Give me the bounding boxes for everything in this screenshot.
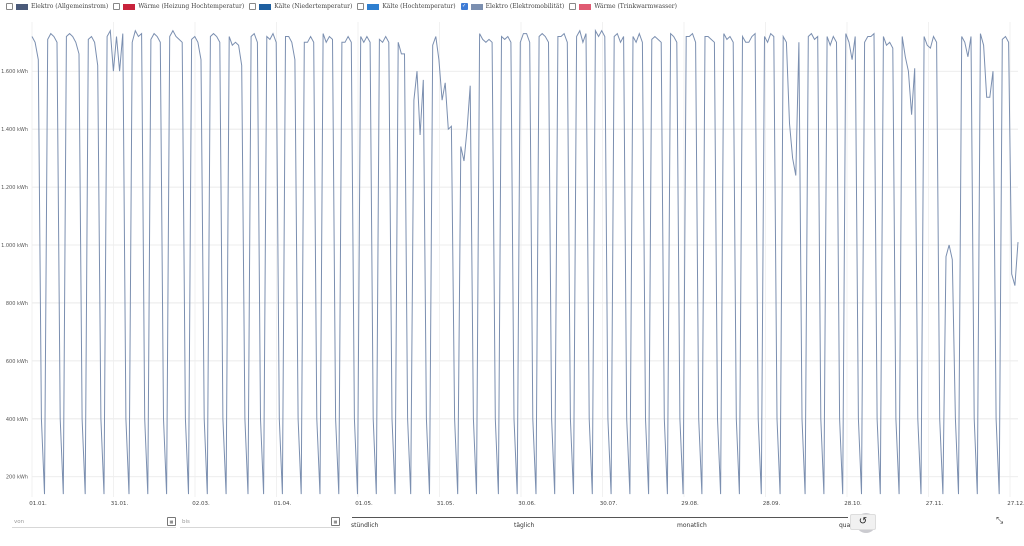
- legend-item[interactable]: Wärme (Heizung Hochtemperatur): [113, 3, 244, 10]
- legend-label: Wärme (Heizung Hochtemperatur): [138, 3, 245, 10]
- x-tick-label: 27.12.: [1007, 501, 1024, 507]
- legend-swatch: [367, 3, 380, 10]
- legend-item[interactable]: Kälte (Hochtemperatur): [357, 3, 456, 10]
- line-chart: 200 kWh 400 kWh 600 kWh 800 kWh 1.000 kWh 1.2…: [1, 22, 1024, 507]
- y-axis-labels: 200 kWh 400 kWh 600 kWh 800 kWh 1.000 kWh 1.2…: [1, 69, 28, 480]
- legend-label: Kälte (Hochtemperatur): [382, 3, 456, 10]
- legend-swatch: [16, 3, 28, 10]
- legend-swatch: [470, 3, 483, 10]
- legend-label: Wärme (Trinkwarmwasser): [594, 3, 677, 10]
- y-tick-label: 1.400 kWh: [1, 127, 28, 133]
- legend-swatch: [579, 3, 592, 10]
- y-tick-label: 400 kWh: [6, 417, 28, 423]
- x-tick-label: 01.04.: [274, 501, 292, 507]
- legend-checkbox[interactable]: [357, 3, 365, 10]
- to-date-placeholder: bis: [182, 519, 190, 525]
- y-tick-label: 1.000 kWh: [1, 243, 28, 249]
- y-tick-label: 200 kWh: [6, 475, 28, 481]
- x-tick-label: 29.08.: [681, 501, 699, 507]
- x-tick-label: 31.01.: [111, 501, 129, 507]
- calendar-icon[interactable]: ▦: [331, 517, 340, 526]
- y-tick-label: 1.200 kWh: [1, 185, 28, 191]
- legend-item[interactable]: Elektro (Allgemeinstrom): [6, 3, 108, 10]
- legend-item[interactable]: ✓ Elektro (Elektromobilität): [460, 3, 565, 10]
- legend-item[interactable]: Wärme (Trinkwarmwasser): [569, 3, 677, 10]
- x-tick-label: 01.05.: [355, 501, 373, 507]
- to-date-input[interactable]: bis ▦: [180, 516, 340, 528]
- legend-checkbox[interactable]: [6, 3, 13, 10]
- calendar-icon[interactable]: ▦: [167, 517, 176, 526]
- x-tick-label: 31.05.: [437, 501, 455, 507]
- y-tick-label: 800 kWh: [6, 301, 28, 307]
- legend-checkbox[interactable]: [249, 3, 257, 10]
- x-axis-labels: 01.01. 31.01. 02.03. 01.04. 01.05. 31.05. 30.0…: [29, 501, 1024, 507]
- series-line-elektro-elektromobilitaet: [31, 28, 1019, 495]
- from-date-input[interactable]: von ▦: [12, 516, 176, 528]
- x-tick-label: 28.10.: [844, 501, 862, 507]
- legend-label: Kälte (Niedertemperatur): [274, 3, 353, 10]
- chart-legend: Elektro (Allgemeinstrom) Wärme (Heizung H…: [6, 3, 1018, 17]
- x-tick-label: 30.07.: [600, 501, 618, 507]
- legend-checkbox[interactable]: [113, 3, 121, 10]
- granularity-option-monatlich[interactable]: monatlich: [677, 522, 707, 529]
- x-tick-label: 28.09.: [763, 501, 781, 507]
- from-date-placeholder: von: [14, 519, 25, 525]
- x-tick-label: 27.11.: [926, 501, 944, 507]
- legend-checkbox[interactable]: [569, 3, 577, 10]
- x-tick-label: 30.06.: [518, 501, 536, 507]
- reset-icon: ↺: [858, 516, 868, 527]
- y-tick-label: 1.600 kWh: [1, 69, 28, 75]
- granularity-option-taeglich[interactable]: täglich: [514, 522, 534, 529]
- grid-layer: [31, 22, 1018, 497]
- y-tick-label: 600 kWh: [6, 359, 28, 365]
- legend-checkbox[interactable]: ✓: [460, 3, 468, 10]
- reset-button[interactable]: ↺: [850, 514, 876, 530]
- legend-swatch: [123, 3, 136, 10]
- granularity-option-stuendlich[interactable]: stündlich: [351, 522, 378, 529]
- bottom-controls: von ▦ bis ▦ stündlich täglich monatlich …: [0, 512, 1024, 546]
- x-tick-label: 01.01.: [29, 501, 47, 507]
- legend-swatch: [259, 3, 272, 10]
- legend-label: Elektro (Elektromobilität): [485, 3, 565, 10]
- x-tick-label: 02.03.: [192, 501, 210, 507]
- legend-item[interactable]: Kälte (Niedertemperatur): [249, 3, 352, 10]
- legend-label: Elektro (Allgemeinstrom): [31, 3, 109, 10]
- granularity-slider-track[interactable]: [352, 513, 876, 533]
- pin-icon[interactable]: ⤡: [996, 516, 1003, 526]
